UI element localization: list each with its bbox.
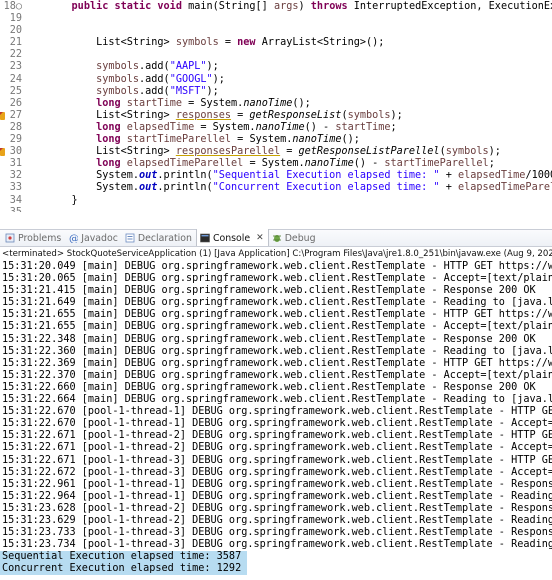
log-line: 15:31:20.065 [main] DEBUG org.springfram… — [2, 273, 552, 285]
code-line[interactable]: 19 — [0, 13, 552, 25]
code-line[interactable]: 24 symbols.add("GOOGL"); — [0, 74, 552, 86]
code-line[interactable]: 32 System.out.println("Sequential Execut… — [0, 170, 552, 182]
line-number: 23 — [9, 61, 22, 73]
log-line: 15:31:21.649 [main] DEBUG org.springfram… — [2, 297, 552, 309]
code-text[interactable]: long startTimeParellel = System.nanoTime… — [47, 134, 360, 146]
tab-console[interactable]: Console ✕ — [195, 229, 269, 246]
log-line: 15:31:22.670 [pool-1-thread-1] DEBUG org… — [2, 418, 552, 430]
problems-icon — [5, 233, 15, 243]
log-line: 15:31:23.733 [pool-1-thread-3] DEBUG org… — [2, 527, 552, 539]
code-line[interactable]: 20 — [0, 25, 552, 37]
code-text[interactable]: System.out.println("Concurrent Execution… — [47, 182, 552, 194]
tab-declaration[interactable]: Declaration — [122, 230, 196, 246]
line-number: 34 — [9, 194, 22, 206]
code-editor[interactable]: 18○ public static void main(String[] arg… — [0, 0, 552, 212]
log-line: 15:31:22.671 [pool-1-thread-3] DEBUG org… — [2, 454, 552, 466]
log-line: 15:31:23.628 [pool-1-thread-2] DEBUG org… — [2, 502, 552, 514]
code-text[interactable]: List<String> symbols = new ArrayList<Str… — [47, 37, 384, 49]
tab-label: Problems — [18, 232, 62, 244]
line-number: 18○ — [3, 1, 22, 12]
code-line[interactable]: 28 long elapsedTime = System.nanoTime() … — [0, 122, 552, 134]
console-header: <terminated> StockQuoteServiceApplicatio… — [2, 249, 552, 259]
log-line: 15:31:22.369 [main] DEBUG org.springfram… — [2, 357, 552, 369]
tab-javadoc[interactable]: @ Javadoc — [65, 230, 122, 246]
log-line: 15:31:22.964 [pool-1-thread-1] DEBUG org… — [2, 490, 552, 502]
console-view[interactable]: <terminated> StockQuoteServiceApplicatio… — [0, 248, 552, 580]
line-number: 28 — [9, 121, 22, 133]
line-number: 27 — [9, 109, 22, 121]
svg-text:@: @ — [69, 234, 78, 243]
code-text[interactable]: List<String> responses = getResponseList… — [47, 110, 403, 122]
line-number: 20 — [9, 25, 22, 37]
declaration-icon — [125, 233, 135, 243]
code-line[interactable]: 21 List<String> symbols = new ArrayList<… — [0, 37, 552, 49]
tab-label: Console — [212, 232, 251, 244]
line-number: 22 — [9, 49, 22, 61]
log-line: 15:31:22.348 [main] DEBUG org.springfram… — [2, 333, 536, 345]
javadoc-icon: @ — [68, 233, 78, 243]
code-line[interactable]: 22 — [0, 49, 552, 61]
code-text[interactable]: public static void main(String[] args) t… — [47, 1, 552, 13]
code-text[interactable]: List<String> responsesParellel = getResp… — [47, 146, 501, 158]
line-number: 32 — [9, 170, 22, 182]
line-number: 21 — [9, 37, 22, 49]
code-line[interactable]: 35 — [0, 207, 552, 212]
tab-label: Javadoc — [81, 232, 118, 244]
code-text[interactable]: symbols.add("GOOGL"); — [47, 74, 225, 86]
line-number: 24 — [9, 73, 22, 85]
code-text[interactable]: long elapsedTime = System.nanoTime() - s… — [47, 122, 397, 134]
close-icon[interactable]: ✕ — [256, 233, 264, 243]
tab-label: Debug — [284, 232, 316, 244]
log-line: 15:31:22.671 [pool-1-thread-2] DEBUG org… — [2, 442, 552, 454]
line-number: 26 — [9, 97, 22, 109]
log-line: 15:31:22.370 [main] DEBUG org.springfram… — [2, 369, 552, 381]
log-line: 15:31:21.655 [main] DEBUG org.springfram… — [2, 321, 552, 333]
tab-label: Declaration — [137, 232, 192, 244]
line-number: 35 — [0, 207, 22, 212]
log-line: 15:31:23.629 [pool-1-thread-2] DEBUG org… — [2, 514, 552, 526]
tab-debug[interactable]: Debug — [269, 230, 320, 246]
log-line: 15:31:22.664 [main] DEBUG org.springfram… — [2, 394, 552, 406]
log-line: 15:31:22.961 [pool-1-thread-1] DEBUG org… — [2, 478, 552, 490]
line-number: 29 — [9, 134, 22, 146]
result-line[interactable]: Sequential Execution elapsed time: 3587 — [0, 551, 248, 564]
log-line: 15:31:23.734 [pool-1-thread-3] DEBUG org… — [2, 539, 552, 551]
code-line[interactable]: 27 List<String> responses = getResponseL… — [0, 110, 552, 122]
code-line[interactable]: 18○ public static void main(String[] arg… — [0, 1, 552, 13]
tab-problems[interactable]: Problems — [2, 230, 65, 246]
console-icon — [200, 233, 210, 243]
code-text[interactable]: long elapsedTimeParellel = System.nanoTi… — [47, 158, 495, 170]
code-text[interactable]: } — [47, 195, 78, 207]
code-text[interactable]: System.out.println("Sequential Execution… — [47, 170, 552, 182]
code-line[interactable]: 34 } — [0, 195, 552, 207]
code-text[interactable]: long startTime = System.nanoTime(); — [47, 98, 311, 110]
console-output: 15:31:20.049 [main] DEBUG org.springfram… — [0, 261, 552, 576]
log-line: 15:31:21.415 [main] DEBUG org.springfram… — [2, 285, 536, 297]
code-line[interactable]: 29 long startTimeParellel = System.nanoT… — [0, 134, 552, 146]
code-line[interactable]: 30 List<String> responsesParellel = getR… — [0, 146, 552, 158]
log-line: 15:31:22.360 [main] DEBUG org.springfram… — [2, 345, 552, 357]
line-number: 31 — [9, 158, 22, 170]
code-line[interactable]: 33 System.out.println("Concurrent Execut… — [0, 182, 552, 194]
log-line: 15:31:21.655 [main] DEBUG org.springfram… — [2, 309, 552, 321]
code-line[interactable]: 31 long elapsedTimeParellel = System.nan… — [0, 158, 552, 170]
code-text[interactable]: symbols.add("MSFT"); — [47, 86, 219, 98]
debug-icon — [272, 233, 282, 243]
code-text[interactable]: symbols.add("AAPL"); — [47, 61, 219, 73]
log-line: 15:31:22.670 [pool-1-thread-1] DEBUG org… — [2, 406, 552, 418]
code-line[interactable]: 25 symbols.add("MSFT"); — [0, 86, 552, 98]
code-line[interactable]: 26 long startTime = System.nanoTime(); — [0, 98, 552, 110]
log-line: 15:31:20.049 [main] DEBUG org.springfram… — [2, 261, 552, 272]
log-line: 15:31:22.660 [main] DEBUG org.springfram… — [2, 381, 536, 393]
log-line: 15:31:22.671 [pool-1-thread-2] DEBUG org… — [2, 430, 552, 442]
code-line[interactable]: 23 symbols.add("AAPL"); — [0, 61, 552, 73]
line-number: 19 — [9, 13, 22, 25]
log-line: 15:31:22.672 [pool-1-thread-3] DEBUG org… — [2, 466, 552, 478]
result-line[interactable]: Concurrent Execution elapsed time: 1292 — [0, 563, 248, 576]
line-number: 33 — [9, 182, 22, 194]
bottom-panel-tabs: Problems @ Javadoc Declaration Console ✕ Debug — [0, 229, 552, 247]
line-number: 30 — [9, 146, 22, 158]
line-number: 25 — [9, 85, 22, 97]
